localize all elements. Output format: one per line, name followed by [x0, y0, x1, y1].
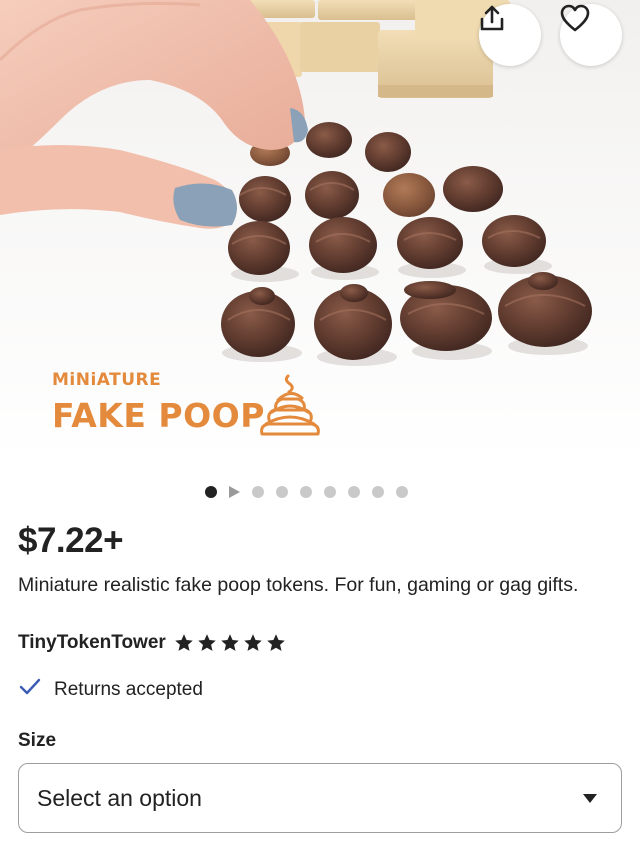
carousel-dot-8[interactable]	[396, 486, 408, 498]
listing-photo[interactable]: MiNiATURE FAKE POOP	[0, 0, 640, 466]
hero-title-small: MiNiATURE	[52, 370, 162, 390]
carousel-dot-2[interactable]	[252, 486, 264, 498]
size-select-value: Select an option	[37, 784, 202, 811]
returns-text: Returns accepted	[54, 678, 203, 700]
carousel-dot-7[interactable]	[372, 486, 384, 498]
size-label: Size	[18, 730, 57, 751]
carousel-dot-5[interactable]	[324, 486, 336, 498]
share-button[interactable]	[479, 4, 541, 66]
listing-price: $7.22+	[18, 521, 124, 560]
image-carousel-indicators	[205, 486, 408, 498]
video-play-icon[interactable]	[229, 486, 240, 498]
favorite-button[interactable]	[560, 4, 622, 66]
returns-policy: Returns accepted	[18, 677, 203, 702]
star-icon	[198, 634, 216, 651]
listing-description: Miniature realistic fake poop tokens. Fo…	[18, 574, 579, 596]
shop-row: TinyTokenTower	[18, 632, 286, 654]
star-icon	[175, 634, 193, 651]
star-icon	[267, 634, 285, 651]
rating-stars[interactable]	[174, 633, 286, 653]
star-icon	[221, 634, 239, 651]
carousel-dot-6[interactable]	[348, 486, 360, 498]
caret-down-icon	[583, 793, 597, 803]
shop-name-link[interactable]: TinyTokenTower	[18, 632, 166, 654]
size-select[interactable]: Select an option	[18, 763, 622, 833]
star-icon	[244, 634, 262, 651]
checkmark-icon	[18, 677, 42, 702]
carousel-dot-4[interactable]	[300, 486, 312, 498]
carousel-dot-3[interactable]	[276, 486, 288, 498]
carousel-dot-1[interactable]	[205, 486, 217, 498]
hero-title: FAKE POOP	[52, 396, 265, 435]
